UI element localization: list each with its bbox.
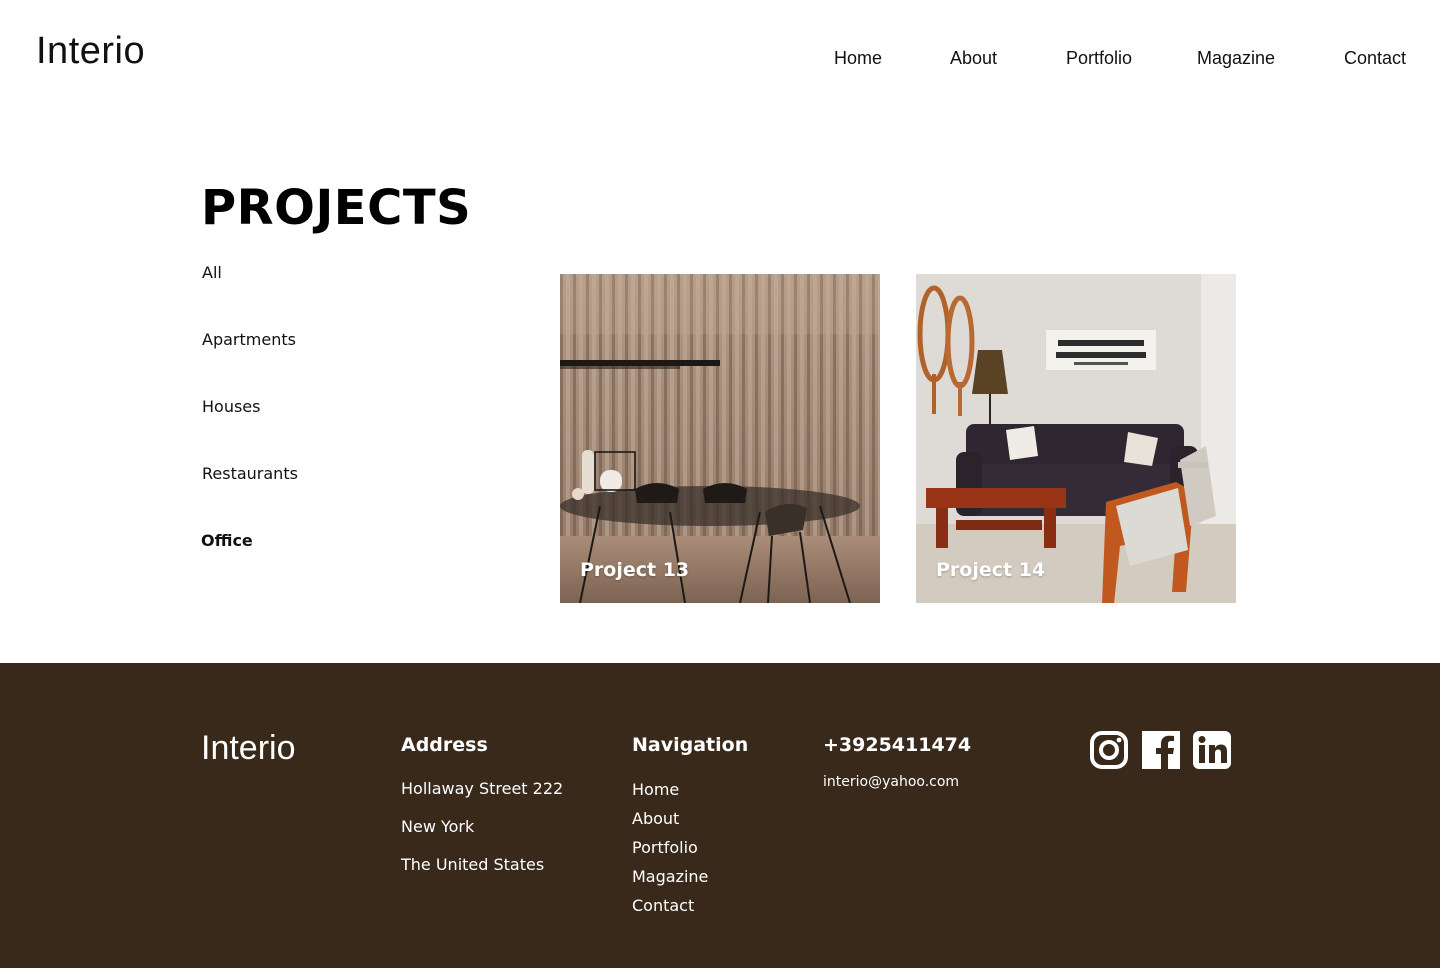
- filter-all[interactable]: All: [202, 263, 222, 282]
- project-title: Project 14: [936, 559, 1046, 581]
- footer-link-contact[interactable]: Contact: [632, 896, 694, 915]
- project-image-dining: [560, 274, 880, 603]
- navigation-heading: Navigation: [632, 734, 749, 756]
- address-line: New York: [401, 817, 475, 836]
- nav-about[interactable]: About: [950, 48, 997, 69]
- main-nav: Home About Portfolio Magazine Contact: [0, 48, 1440, 72]
- filter-apartments[interactable]: Apartments: [202, 330, 296, 349]
- footer-link-magazine[interactable]: Magazine: [632, 867, 708, 886]
- phone-number[interactable]: +3925411474: [823, 734, 971, 756]
- nav-home[interactable]: Home: [834, 48, 882, 69]
- site-footer: Interio Address Hollaway Street 222 New …: [0, 663, 1440, 968]
- address-line: Hollaway Street 222: [401, 779, 564, 798]
- project-card[interactable]: Project 14: [916, 274, 1236, 603]
- project-title: Project 13: [580, 559, 690, 581]
- nav-portfolio[interactable]: Portfolio: [1066, 48, 1132, 69]
- project-card[interactable]: Project 13: [560, 274, 880, 603]
- nav-contact[interactable]: Contact: [1344, 48, 1406, 69]
- footer-link-home[interactable]: Home: [632, 780, 679, 799]
- address-heading: Address: [401, 734, 488, 756]
- page-title: PROJECTS: [201, 180, 472, 236]
- filter-office[interactable]: Office: [201, 531, 253, 550]
- footer-link-about[interactable]: About: [632, 809, 679, 828]
- footer-logo[interactable]: Interio: [201, 729, 296, 768]
- filter-restaurants[interactable]: Restaurants: [202, 464, 298, 483]
- linkedin-icon[interactable]: [1192, 730, 1232, 770]
- footer-link-portfolio[interactable]: Portfolio: [632, 838, 698, 857]
- project-image-living-room: [916, 274, 1236, 603]
- nav-magazine[interactable]: Magazine: [1197, 48, 1275, 69]
- instagram-icon[interactable]: [1089, 730, 1129, 770]
- facebook-icon[interactable]: [1141, 730, 1181, 770]
- filter-houses[interactable]: Houses: [202, 397, 260, 416]
- address-line: The United States: [401, 855, 545, 874]
- email-link[interactable]: interio@yahoo.com: [823, 774, 959, 790]
